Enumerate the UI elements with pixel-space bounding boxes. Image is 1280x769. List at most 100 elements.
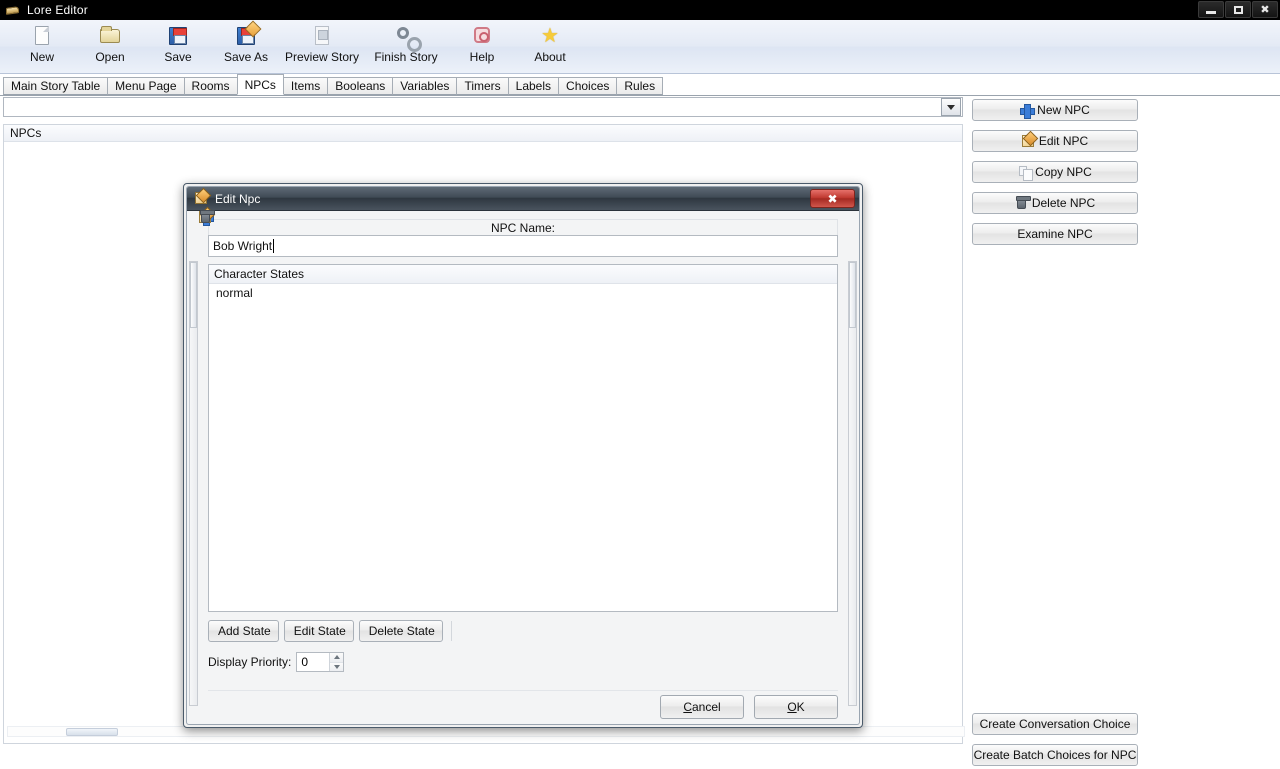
- window-titlebar: Lore Editor ✖: [0, 0, 1280, 20]
- tab-items[interactable]: Items: [283, 77, 328, 95]
- text-caret: [273, 239, 274, 253]
- delete-state-button[interactable]: Delete State: [359, 620, 443, 642]
- restore-button[interactable]: [1225, 1, 1251, 18]
- copy-npc-button[interactable]: Copy NPC: [972, 161, 1138, 183]
- main-toolbar: New Open Save Save As Preview Story Fini…: [0, 20, 1280, 74]
- ok-accel: O: [787, 700, 796, 714]
- copy-npc-label: Copy NPC: [1035, 165, 1092, 179]
- rail-thumb[interactable]: [849, 262, 856, 328]
- character-states-list[interactable]: Character States normal: [208, 264, 838, 612]
- toolbar-button-about[interactable]: About: [516, 20, 584, 70]
- tab-main-story-table[interactable]: Main Story Table: [3, 77, 108, 95]
- npc-filter-combobox[interactable]: [3, 97, 963, 117]
- window-controls: ✖: [1197, 1, 1278, 18]
- toolbar-label-save-as: Save As: [224, 50, 268, 64]
- display-priority-stepper[interactable]: 0: [296, 652, 344, 672]
- delete-npc-button[interactable]: Delete NPC: [972, 192, 1138, 214]
- minimize-icon: [1206, 11, 1216, 14]
- pencil-icon: [195, 192, 209, 206]
- tab-menu-page[interactable]: Menu Page: [107, 77, 184, 95]
- restore-icon: [1234, 6, 1243, 14]
- close-icon: ✖: [1260, 4, 1269, 15]
- star-icon: [538, 24, 562, 48]
- minimize-button[interactable]: [1198, 1, 1224, 18]
- toolbar-label-save: Save: [164, 50, 191, 64]
- toolbar-button-save[interactable]: Save: [144, 20, 212, 70]
- character-states-header: Character States: [209, 265, 837, 284]
- toolbar-label-help: Help: [470, 50, 495, 64]
- display-priority-label: Display Priority:: [208, 655, 291, 669]
- create-conversation-choice-button[interactable]: Create Conversation Choice: [972, 713, 1138, 735]
- tab-rooms[interactable]: Rooms: [184, 77, 238, 95]
- stepper-down-button[interactable]: [330, 663, 343, 672]
- create-conversation-choice-label: Create Conversation Choice: [980, 717, 1131, 731]
- cancel-button[interactable]: Cancel: [660, 695, 744, 719]
- npc-name-label: NPC Name:: [208, 219, 838, 235]
- preview-document-icon: [310, 24, 334, 48]
- dialog-titlebar: Edit Npc ✖: [187, 187, 859, 211]
- stepper-up-button[interactable]: [330, 653, 343, 663]
- tab-booleans[interactable]: Booleans: [327, 77, 393, 95]
- window-title: Lore Editor: [27, 3, 88, 17]
- stepper-arrows[interactable]: [329, 653, 343, 671]
- dialog-body: NPC Name: Bob Wright Character States no…: [199, 211, 847, 724]
- tab-choices[interactable]: Choices: [558, 77, 617, 95]
- dialog-close-button[interactable]: ✖: [810, 189, 855, 208]
- rail-thumb[interactable]: [190, 262, 197, 328]
- chevron-down-icon: [334, 665, 340, 669]
- toolbar-label-preview-story: Preview Story: [285, 50, 359, 64]
- tab-variables[interactable]: Variables: [392, 77, 457, 95]
- new-document-icon: [30, 24, 54, 48]
- plus-icon: [1020, 104, 1033, 117]
- state-toolbar: Add State Edit State Delete State: [208, 619, 838, 643]
- dialog-left-rail[interactable]: [189, 261, 198, 706]
- toolbar-button-finish-story[interactable]: Finish Story: [364, 20, 448, 70]
- examine-npc-button[interactable]: Examine NPC: [972, 223, 1138, 245]
- add-state-button[interactable]: Add State: [208, 620, 279, 642]
- dialog-right-rail[interactable]: [848, 261, 857, 706]
- npc-name-value: Bob Wright: [213, 239, 272, 253]
- ok-label-rest: K: [797, 700, 805, 714]
- trash-icon: [1015, 197, 1028, 210]
- examine-npc-label: Examine NPC: [1017, 227, 1092, 241]
- tab-npcs[interactable]: NPCs: [237, 74, 284, 95]
- close-button[interactable]: ✖: [1252, 1, 1278, 18]
- toolbar-button-preview-story[interactable]: Preview Story: [280, 20, 364, 70]
- help-lifering-icon: [470, 24, 494, 48]
- main-tab-strip: Main Story Table Menu Page Rooms NPCs It…: [0, 75, 1280, 96]
- delete-state-label: Delete State: [369, 624, 435, 638]
- cancel-accel: C: [683, 700, 692, 714]
- edit-npc-label: Edit NPC: [1039, 134, 1088, 148]
- save-as-disk-pencil-icon: [234, 24, 258, 48]
- toolbar-separator: [451, 621, 452, 641]
- toolbar-label-finish-story: Finish Story: [374, 50, 437, 64]
- ok-button[interactable]: OK: [754, 695, 838, 719]
- new-npc-button[interactable]: New NPC: [972, 99, 1138, 121]
- scrollbar-thumb[interactable]: [66, 728, 118, 736]
- tab-rules[interactable]: Rules: [616, 77, 663, 95]
- book-icon: [5, 2, 21, 18]
- toolbar-button-open[interactable]: Open: [76, 20, 144, 70]
- display-priority-row: Display Priority: 0: [208, 651, 838, 673]
- app-window: Lore Editor ✖ New Open Save Save As Prev…: [0, 0, 1280, 769]
- npc-name-input[interactable]: Bob Wright: [208, 235, 838, 257]
- open-folder-icon: [98, 24, 122, 48]
- toolbar-button-save-as[interactable]: Save As: [212, 20, 280, 70]
- cancel-label-rest: ancel: [692, 700, 721, 714]
- copy-icon: [1018, 166, 1031, 179]
- toolbar-button-new[interactable]: New: [8, 20, 76, 70]
- tab-timers[interactable]: Timers: [456, 77, 508, 95]
- edit-state-button[interactable]: Edit State: [284, 620, 354, 642]
- tab-labels[interactable]: Labels: [508, 77, 559, 95]
- toolbar-label-about: About: [534, 50, 565, 64]
- toolbar-label-new: New: [30, 50, 54, 64]
- new-npc-label: New NPC: [1037, 103, 1090, 117]
- create-batch-choices-button[interactable]: Create Batch Choices for NPC: [972, 744, 1138, 766]
- chevron-down-icon[interactable]: [941, 98, 961, 116]
- edit-npc-button[interactable]: Edit NPC: [972, 130, 1138, 152]
- toolbar-button-help[interactable]: Help: [448, 20, 516, 70]
- close-icon: ✖: [827, 192, 837, 206]
- list-item[interactable]: normal: [209, 284, 837, 302]
- dialog-frame: Edit Npc ✖ NPC Name: Bob Wright Characte…: [186, 186, 860, 725]
- npc-list-header: NPCs: [4, 124, 962, 142]
